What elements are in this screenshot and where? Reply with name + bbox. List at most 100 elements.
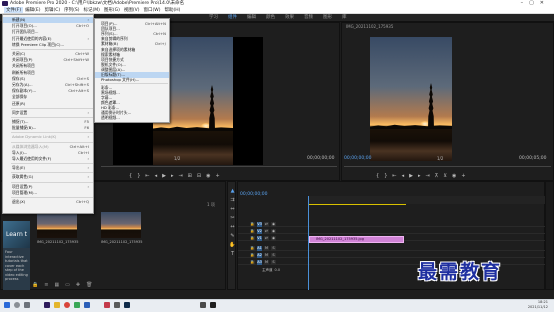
menu-item[interactable]: 全部保存 <box>3 94 93 100</box>
selection-tool-icon[interactable]: ▲ <box>229 188 236 194</box>
menu-item[interactable]: 导入最近使用的文件(F) › <box>3 156 93 162</box>
menu-item[interactable]: 关闭项目(P) Ctrl+Shift+W <box>3 57 93 63</box>
mark-in-icon[interactable]: { <box>129 173 132 179</box>
menu-item[interactable]: 打开团队项目... <box>3 29 93 35</box>
sync-lock-icon[interactable]: ⇄ <box>264 222 269 227</box>
mute-icon[interactable]: M <box>264 260 269 265</box>
menu-item[interactable]: 关闭(C) Ctrl+W <box>3 51 93 57</box>
menu-item[interactable]: 透明视频... <box>95 115 169 121</box>
workspace-tab-4[interactable]: 效果 <box>280 14 299 22</box>
program-timecode[interactable]: 00;00;00;00 <box>344 156 371 161</box>
learn-tutorial-card[interactable]: Learn t Four interactive tutorials that … <box>3 221 30 290</box>
timeline-timecode[interactable]: 00;00;00;00 <box>240 192 267 197</box>
sync-lock-icon[interactable]: ⇄ <box>264 229 269 234</box>
trash-icon[interactable]: 🗑 <box>86 282 92 288</box>
step-forward-icon[interactable]: ▸ <box>171 173 174 179</box>
timeline-ruler[interactable] <box>308 196 545 204</box>
explorer-taskbar-icon[interactable] <box>54 302 60 308</box>
go-to-out-icon[interactable]: ⇥ <box>425 173 429 179</box>
export-frame-icon[interactable]: ◉ <box>206 173 210 179</box>
work-area-bar[interactable] <box>308 204 406 205</box>
mark-in-icon[interactable]: { <box>376 173 379 179</box>
solo-icon[interactable]: S <box>271 253 276 258</box>
menu-item[interactable]: 保存(S) Ctrl+S <box>3 76 93 82</box>
menu-item[interactable]: 还原(R) <box>3 101 93 107</box>
go-to-in-icon[interactable]: ⇤ <box>145 173 149 179</box>
menu-0[interactable]: 文件(F) <box>4 7 24 13</box>
chrome-taskbar-icon[interactable] <box>64 302 70 308</box>
program-viewer[interactable] <box>370 37 452 161</box>
hand-tool-icon[interactable]: ✋ <box>229 242 236 248</box>
go-to-in-icon[interactable]: ⇤ <box>392 173 396 179</box>
mute-icon[interactable]: M <box>264 253 269 258</box>
menu-3[interactable]: 序列(S) <box>62 7 81 13</box>
workspace-tab-1[interactable]: 组件 <box>223 14 242 22</box>
track-label-a1[interactable]: A1 <box>257 246 262 251</box>
menu-item[interactable]: 转换 Premiere Clip 项目(C)... <box>3 42 93 48</box>
project-clip-2[interactable]: IMG_20211102_175935 <box>101 212 142 248</box>
go-to-out-icon[interactable]: ⇥ <box>178 173 182 179</box>
eye-icon[interactable]: ◉ <box>271 222 276 227</box>
play-icon[interactable]: ▶ <box>162 173 166 179</box>
menu-4[interactable]: 标记(M) <box>82 7 102 13</box>
source-fit-select[interactable]: 1/2 <box>174 156 180 161</box>
windows-start-icon[interactable] <box>4 302 10 308</box>
step-back-icon[interactable]: ◂ <box>402 173 405 179</box>
workspace-tab-6[interactable]: 图形 <box>318 14 337 22</box>
lift-icon[interactable]: ⊼ <box>435 173 439 179</box>
track-label-a3[interactable]: A3 <box>257 260 262 265</box>
app-taskbar-icon[interactable] <box>210 302 216 308</box>
menu-item[interactable]: 导出(E) › <box>3 165 93 171</box>
menu-6[interactable]: 视图(V) <box>122 7 142 13</box>
app-taskbar-icon[interactable] <box>200 302 206 308</box>
timeline-clip[interactable]: IMG_20211102_175935.jpg <box>309 236 404 243</box>
eye-icon[interactable]: ◉ <box>271 229 276 234</box>
add-button-icon[interactable]: + <box>215 173 219 179</box>
menu-item[interactable]: 批量捕捉(B)... F6 <box>3 125 93 131</box>
mark-out-icon[interactable]: } <box>384 173 387 179</box>
source-scrub-bar[interactable] <box>101 166 337 167</box>
wechat-taskbar-icon[interactable] <box>74 302 80 308</box>
menu-5[interactable]: 图形(G) <box>102 7 122 13</box>
export-frame-icon[interactable]: ◉ <box>452 173 456 179</box>
mute-icon[interactable]: M <box>264 246 269 251</box>
workspace-tab-2[interactable]: 编辑 <box>242 14 261 22</box>
icon-view-icon[interactable]: ▦ <box>54 282 59 288</box>
eye-icon[interactable]: ◉ <box>271 236 276 241</box>
ripple-edit-icon[interactable]: ⇔ <box>229 206 236 212</box>
task-view-icon[interactable] <box>24 302 30 308</box>
workspace-tab-7[interactable]: 库 <box>337 14 352 22</box>
pen-tool-icon[interactable]: ✎ <box>229 233 236 239</box>
menu-7[interactable]: 窗口(W) <box>142 7 163 13</box>
solo-icon[interactable]: S <box>271 246 276 251</box>
track-label-v1[interactable]: V1 <box>257 236 262 241</box>
step-back-icon[interactable]: ◂ <box>155 173 158 179</box>
menu-item[interactable]: 捕捉(T)... F5 <box>3 119 93 125</box>
razor-tool-icon[interactable]: ✂ <box>229 215 236 221</box>
list-view-icon[interactable]: ≡ <box>44 282 48 288</box>
type-tool-icon[interactable]: T <box>229 251 236 257</box>
solo-icon[interactable]: S <box>271 260 276 265</box>
sync-lock-icon[interactable]: ⇄ <box>264 236 269 241</box>
play-icon[interactable]: ▶ <box>409 173 413 179</box>
track-select-icon[interactable]: ⇉ <box>229 197 236 203</box>
lock-track-icon[interactable]: 🔒 <box>250 236 255 241</box>
system-tray[interactable]: 18:21 2021/11/12 <box>528 300 548 310</box>
program-fit-select[interactable]: 1/2 <box>437 156 443 161</box>
menu-item[interactable]: 获取属性(G) › <box>3 174 93 180</box>
program-scrub-bar[interactable] <box>344 166 551 167</box>
menu-item[interactable]: 同步设置 › <box>3 110 93 116</box>
menu-item[interactable]: 导入(I)... Ctrl+I <box>3 150 93 156</box>
menu-8[interactable]: 帮助(H) <box>162 7 182 13</box>
overwrite-icon[interactable]: ⊟ <box>197 173 201 179</box>
menu-item[interactable]: 打开最近使用的内容(E) › <box>3 36 93 42</box>
lock-track-icon[interactable]: 🔒 <box>250 246 255 251</box>
extract-icon[interactable]: ⊻ <box>443 173 447 179</box>
new-item-icon[interactable]: ✚ <box>76 282 80 288</box>
add-button-icon[interactable]: + <box>461 173 465 179</box>
menu-item[interactable]: 项目设置(P) › <box>3 184 93 190</box>
slip-tool-icon[interactable]: ↔ <box>229 224 236 230</box>
menu-item[interactable]: 退出(X) Ctrl+Q <box>3 199 93 205</box>
menu-2[interactable]: 剪辑(C) <box>42 7 62 13</box>
search-icon[interactable] <box>14 302 20 308</box>
